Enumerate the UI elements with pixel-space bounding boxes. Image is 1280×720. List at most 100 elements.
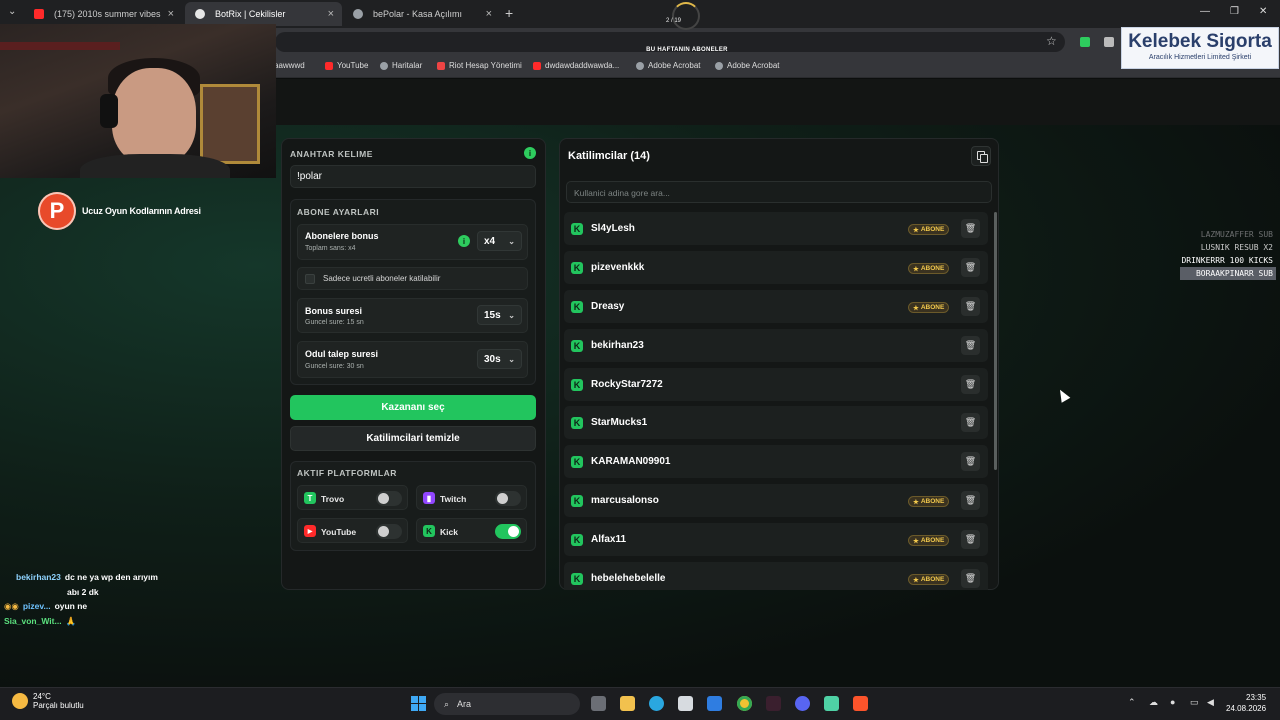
event-item: DRINKERRR 100 KICKS [1181,256,1273,265]
select-value: x4 [484,235,496,247]
trovo-toggle[interactable] [376,491,402,506]
extension-icon[interactable] [1080,37,1090,47]
participant-name: hebelehebelelle [591,573,666,584]
chat-message: dc ne ya wp den arıyım [64,572,158,582]
chat-user: Sia_von_Wit... [4,615,62,626]
app-icon[interactable] [824,696,839,711]
volume-icon[interactable]: ◀ [1207,697,1214,708]
star-icon: ★ [913,498,919,506]
setting-title: Abonelere bonus [305,231,379,241]
participant-name: Sl4yLesh [591,223,635,234]
sub-bonus-select[interactable]: x4 ⌄ [477,231,522,251]
info-icon[interactable]: i [524,147,536,159]
kick-icon: K [571,534,583,546]
chevron-down-icon: ⌄ [508,354,515,364]
weather-widget[interactable]: 24°C Parçalı bulutlu [12,692,84,710]
star-icon: ★ [913,226,919,234]
maximize-icon[interactable]: ❐ [1230,6,1239,17]
bookmark-item[interactable]: Adobe Acrobat [715,61,779,70]
trash-icon[interactable]: 🗑 [961,491,980,510]
overlay-banner: BU HAFTANIN ABONELER [646,47,728,53]
close-icon[interactable]: × [168,8,174,20]
bonus-time-select[interactable]: 15s ⌄ [477,305,522,325]
kick-toggle[interactable] [495,524,521,539]
setting-title: Odul talep suresi [305,349,379,359]
close-window-icon[interactable]: ✕ [1259,6,1267,17]
edge-icon[interactable] [649,696,664,711]
clear-participants-button[interactable]: Katilimcilari temizle [290,426,536,451]
badge-label: ABONE [920,498,945,505]
only-paid-checkbox[interactable] [305,274,315,284]
youtube-icon [34,9,44,19]
platform-youtube: ▶ YouTube [297,518,408,543]
network-icon[interactable]: ▭ [1190,697,1199,708]
trash-icon[interactable]: 🗑 [961,258,980,277]
trash-icon[interactable]: 🗑 [961,452,980,471]
tab-youtube[interactable]: (175) 2010s summer vibes × [24,2,182,26]
chat-user: pizev... [22,601,51,611]
bookmark-item[interactable]: dwdawdaddwawda... [533,61,619,70]
file-explorer-icon[interactable] [620,696,635,711]
trash-icon[interactable]: 🗑 [961,219,980,238]
tab-botrix[interactable]: BotRix | Cekilisler × [185,2,342,26]
minimize-icon[interactable]: — [1200,6,1210,17]
chevron-down-icon: ⌄ [508,236,515,246]
globe-icon [353,9,363,19]
trash-icon[interactable]: 🗑 [961,530,980,549]
chrome-icon[interactable] [737,696,752,711]
cloud-icon[interactable]: ☁ [1149,697,1158,708]
new-tab-button[interactable]: + [505,5,513,21]
close-icon[interactable]: × [328,8,334,20]
trash-icon[interactable]: 🗑 [961,375,980,394]
participant-row: K RockyStar7272 🗑 [564,368,988,401]
participant-search-input[interactable]: Kullanici adina gore ara... [566,181,992,203]
start-button[interactable] [411,696,426,711]
store-icon[interactable] [678,696,693,711]
only-paid-setting[interactable]: Sadece ucretli aboneler katilabilir [297,267,528,290]
participant-list-scrollbar[interactable] [994,212,997,470]
subscriber-badge: ★ ABONE [908,263,950,274]
weather-temp: 24°C [33,692,51,701]
participant-name: RockyStar7272 [591,379,663,390]
mic-icon[interactable]: ● [1170,697,1175,707]
close-icon[interactable]: × [486,8,492,20]
platform-trovo: T Trovo [297,485,408,510]
mail-icon[interactable] [707,696,722,711]
twitch-toggle[interactable] [495,491,521,506]
bookmark-star-icon[interactable]: ☆ [1046,34,1057,48]
keyword-input[interactable]: !polar [290,165,536,188]
info-icon[interactable]: i [458,235,470,247]
copy-icon[interactable] [971,146,991,166]
tab-list-icon[interactable]: ⌄ [8,6,16,17]
app-icon[interactable] [766,696,781,711]
task-view-icon[interactable] [591,696,606,711]
claim-time-select[interactable]: 30s ⌄ [477,349,522,369]
select-value: 15s [484,309,501,321]
bookmark-item[interactable]: YouTube [325,61,368,70]
only-paid-label: Sadece ucretli aboneler katilabilir [323,274,441,283]
overlay-counter: 2 / 19 [666,18,682,24]
subscriber-badge: ★ ABONE [908,302,950,313]
extension-icon[interactable] [1104,37,1114,47]
bookmark-item[interactable]: Haritalar [380,61,422,70]
tray-chevron-icon[interactable]: ⌃ [1128,697,1136,708]
trash-icon[interactable]: 🗑 [961,336,980,355]
kick-icon: K [571,262,583,274]
youtube-toggle[interactable] [376,524,402,539]
bookmark-item[interactable]: Riot Hesap Yönetimi [437,61,522,70]
bookmark-item[interactable]: aawwwd [274,61,305,70]
trash-icon[interactable]: 🗑 [961,569,980,588]
youtube-icon [325,61,333,70]
platform-name: Twitch [440,494,467,504]
kick-icon: K [571,573,583,585]
brave-icon[interactable] [853,696,868,711]
trash-icon[interactable]: 🗑 [961,297,980,316]
discord-icon[interactable] [795,696,810,711]
tab-bepolar[interactable]: bePolar - Kasa Açılımı × [343,2,500,26]
taskbar-search[interactable]: ⌕ Ara [434,693,580,715]
trash-icon[interactable]: 🗑 [961,413,980,432]
system-clock[interactable]: 23:35 24.08.2026 [1226,692,1266,714]
event-item: LAZMUZAFFER SUB [1200,230,1273,239]
bookmark-item[interactable]: Adobe Acrobat [636,61,700,70]
pick-winner-button[interactable]: Kazananı seç [290,395,536,420]
